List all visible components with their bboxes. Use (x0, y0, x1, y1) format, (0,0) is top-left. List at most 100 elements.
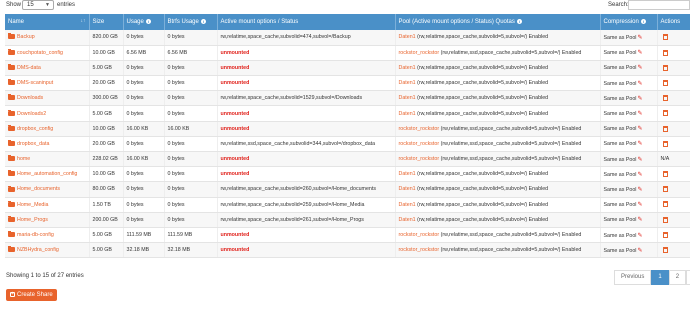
page-2-button[interactable]: 2 (668, 270, 687, 285)
edit-icon[interactable]: ✎ (637, 96, 642, 102)
edit-icon[interactable]: ✎ (637, 81, 642, 87)
trash-icon[interactable] (662, 247, 668, 254)
trash-icon[interactable] (662, 186, 668, 193)
edit-icon[interactable]: ✎ (637, 217, 642, 223)
share-name-cell[interactable]: dropbox_config (5, 121, 90, 137)
mount-status-cell: rw,relatime,space_cache,subvolid=474,sub… (217, 30, 396, 46)
column-header-mount-options[interactable]: Active mount options / Status (217, 14, 396, 30)
share-name-cell[interactable]: Home_Progs (5, 212, 90, 228)
edit-icon[interactable]: ✎ (637, 111, 642, 117)
share-name-cell[interactable]: Home_automation_config (5, 166, 90, 183)
share-name-cell[interactable]: DMS-scaninput (5, 75, 90, 92)
folder-icon (8, 94, 15, 101)
column-header-btrfs-usage[interactable]: Btrfs Usage i (164, 14, 218, 30)
share-name-cell[interactable]: NZBHydra_config (5, 242, 90, 259)
share-name-cell[interactable]: dropbox_data (5, 136, 90, 153)
share-name-link[interactable]: Backup (17, 34, 35, 40)
trash-icon[interactable] (662, 110, 668, 117)
share-name-cell[interactable]: Home_Media (5, 197, 90, 213)
share-name-cell[interactable]: couchpotato_config (5, 45, 90, 61)
size-cell: 80.00 GB (89, 181, 124, 198)
share-name-link[interactable]: couchpotato_config (17, 50, 63, 56)
pool-link[interactable]: Daten1 (399, 202, 416, 208)
column-header-pool[interactable]: Pool (Active mount options / Status) Quo… (395, 14, 601, 30)
trash-icon[interactable] (662, 49, 668, 56)
share-name-cell[interactable]: Backup (5, 30, 90, 46)
page-1-button[interactable]: 1 (651, 270, 669, 285)
share-name-link[interactable]: Home_documents (17, 186, 60, 192)
compression-text: Same as Pool (603, 34, 637, 41)
share-name-link[interactable]: Home_Progs (17, 217, 48, 223)
trash-icon[interactable] (662, 140, 668, 147)
create-share-button[interactable]: + Create Share (6, 289, 57, 301)
previous-page-button[interactable]: Previous (614, 270, 652, 285)
edit-icon[interactable]: ✎ (637, 248, 642, 254)
share-name-cell[interactable]: home (5, 151, 90, 168)
column-header-name[interactable]: Name ↓↑ (5, 14, 90, 30)
edit-icon[interactable]: ✎ (637, 187, 642, 193)
usage-cell: 0 bytes (123, 212, 165, 228)
pool-link[interactable]: Daten1 (399, 95, 416, 101)
share-name-link[interactable]: Downloads (17, 95, 43, 101)
sort-icon: ↓↑ (80, 18, 86, 24)
edit-icon[interactable]: ✎ (637, 233, 642, 239)
trash-icon[interactable] (662, 95, 668, 102)
edit-icon[interactable]: ✎ (637, 202, 642, 208)
share-name-link[interactable]: dropbox_config (17, 126, 53, 132)
trash-icon[interactable] (662, 64, 668, 71)
column-header-usage[interactable]: Usage i (123, 14, 165, 30)
entries-per-page-select[interactable]: 15 ▼ (22, 0, 54, 10)
share-name-link[interactable]: NZBHydra_config (17, 247, 59, 253)
edit-icon[interactable]: ✎ (637, 141, 642, 147)
edit-icon[interactable]: ✎ (637, 35, 642, 41)
pool-link[interactable]: Daten1 (399, 171, 416, 177)
trash-icon[interactable] (662, 34, 668, 41)
trash-icon[interactable] (662, 216, 668, 223)
trash-icon[interactable] (662, 125, 668, 132)
edit-icon[interactable]: ✎ (637, 172, 642, 178)
table-row: DMS-data 5.00 GB 0 bytes 0 bytes unmounted Da… (5, 60, 690, 77)
pool-link[interactable]: rockstor_rockstor (399, 141, 440, 147)
edit-icon[interactable]: ✎ (637, 50, 642, 56)
compression-text: Same as Pool (603, 65, 637, 72)
share-name-cell[interactable]: Home_documents (5, 181, 90, 198)
trash-icon[interactable] (662, 201, 668, 208)
share-name-link[interactable]: Downloads2 (17, 111, 46, 117)
share-name-cell[interactable]: maria-db-config (5, 227, 90, 244)
share-name-link[interactable]: Home_Media (17, 202, 49, 208)
pool-cell: Daten1 (rw,relatime,space_cache,subvolid… (395, 75, 601, 92)
pool-link[interactable]: rockstor_rockstor (399, 126, 440, 132)
share-name-cell[interactable]: Downloads2 (5, 105, 90, 122)
pool-link[interactable]: rockstor_rockstor (399, 247, 440, 253)
share-name-link[interactable]: maria-db-config (17, 232, 54, 238)
pool-link[interactable]: Daten1 (399, 186, 416, 192)
share-name-link[interactable]: DMS-scaninput (17, 80, 53, 86)
search-input[interactable] (628, 0, 690, 10)
trash-icon[interactable] (662, 79, 668, 86)
column-header-size[interactable]: Size (89, 14, 124, 30)
share-name-link[interactable]: home (17, 156, 30, 162)
size-cell: 1.50 TB (89, 197, 124, 213)
share-name-cell[interactable]: DMS-data (5, 60, 90, 77)
edit-icon[interactable]: ✎ (637, 65, 642, 71)
share-name-link[interactable]: DMS-data (17, 65, 41, 71)
share-name-link[interactable]: Home_automation_config (17, 171, 77, 177)
pool-link[interactable]: Daten1 (399, 34, 416, 40)
compression-cell: Same as Pool✎ (600, 166, 658, 183)
edit-icon[interactable]: ✎ (637, 157, 642, 163)
next-page-button[interactable]: Ne (686, 270, 690, 285)
pool-link[interactable]: Daten1 (399, 217, 416, 223)
pool-link[interactable]: rockstor_rockstor (399, 156, 440, 162)
trash-icon[interactable] (662, 171, 668, 178)
pool-cell: Daten1 (rw,relatime,space_cache,subvolid… (395, 105, 601, 122)
pool-link[interactable]: rockstor_rockstor (399, 232, 440, 238)
pool-link[interactable]: Daten1 (399, 111, 416, 117)
trash-icon[interactable] (662, 231, 668, 238)
share-name-link[interactable]: dropbox_data (17, 141, 49, 147)
pool-link[interactable]: Daten1 (399, 65, 416, 71)
pool-link[interactable]: rockstor_rockstor (399, 50, 440, 56)
pool-link[interactable]: Daten1 (399, 80, 416, 86)
edit-icon[interactable]: ✎ (637, 126, 642, 132)
column-header-compression[interactable]: Compression i (600, 14, 658, 30)
share-name-cell[interactable]: Downloads (5, 90, 90, 107)
